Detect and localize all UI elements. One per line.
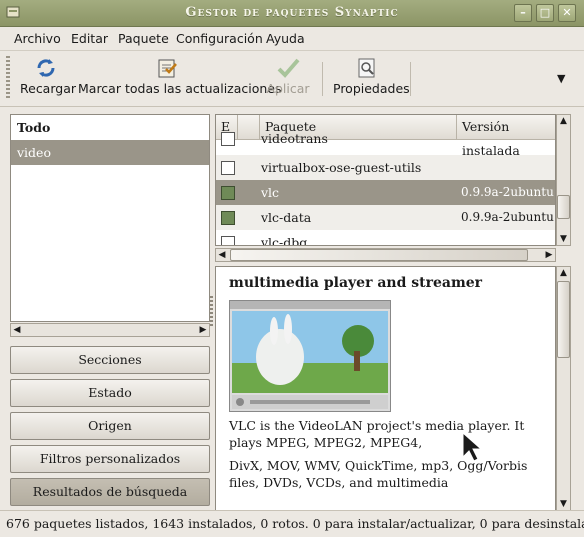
reload-button[interactable]: Recargar <box>20 54 76 102</box>
reload-label: Recargar <box>20 81 76 96</box>
description-paragraph: VLC is the VideoLAN project's media play… <box>229 418 525 450</box>
table-row[interactable]: videotrans <box>216 126 555 151</box>
table-row[interactable]: vlc 0.9.9a-2ubuntu1 <box>216 180 555 205</box>
properties-icon <box>355 57 379 79</box>
scroll-up-icon[interactable]: ▲ <box>557 267 570 279</box>
menu-ayuda[interactable]: Ayuda <box>266 31 305 46</box>
search-results-label: Resultados de búsqueda <box>32 484 188 499</box>
mark-all-label: Marcar todas las actualizaciones <box>78 81 282 96</box>
menu-paquete[interactable]: Paquete <box>118 31 169 46</box>
scroll-thumb[interactable] <box>557 281 570 358</box>
scroll-up-icon[interactable]: ▲ <box>557 115 570 127</box>
apply-check-icon <box>276 57 300 79</box>
menu-archivo[interactable]: Archivo <box>14 31 61 46</box>
filter-list-hscrollbar[interactable]: ◀ ▶ <box>10 323 210 337</box>
table-row[interactable]: vlc-dbg <box>216 230 555 246</box>
status-checkbox[interactable] <box>221 236 235 245</box>
package-table-vscrollbar[interactable]: ▲ ▼ <box>556 114 571 246</box>
package-table-hscrollbar[interactable]: ◀ ▶ <box>215 248 556 262</box>
synaptic-window: Gestor de paquetes Synaptic – □ ✕ Archiv… <box>0 0 584 536</box>
scroll-down-icon[interactable]: ▼ <box>557 498 570 510</box>
status-bar: 676 paquetes listados, 1643 instalados, … <box>0 510 584 537</box>
description-paragraph: DivX, MOV, WMV, QuickTime, mp3, Ogg/Vorb… <box>229 458 528 490</box>
mouse-cursor-icon <box>462 431 486 462</box>
package-name: vlc-data <box>261 210 312 225</box>
status-text: 676 paquetes listados, 1643 instalados, … <box>6 516 584 531</box>
filter-list: Todo video <box>10 114 210 322</box>
apply-button[interactable]: Aplicar <box>266 54 310 102</box>
minimize-button[interactable]: – <box>514 4 532 22</box>
table-row[interactable]: virtualbox-ose-guest-utils <box>216 155 555 180</box>
search-results-button[interactable]: Resultados de búsqueda <box>10 478 210 506</box>
description-vscrollbar[interactable]: ▲ ▼ <box>556 266 571 511</box>
origin-label: Origen <box>88 418 132 433</box>
custom-filters-label: Filtros personalizados <box>39 451 181 466</box>
toolbar-separator <box>322 62 323 96</box>
sections-button[interactable]: Secciones <box>10 346 210 374</box>
table-row[interactable]: vlc-data 0.9.9a-2ubuntu1 <box>216 205 555 230</box>
menu-editar[interactable]: Editar <box>71 31 108 46</box>
description-title: multimedia player and streamer <box>229 275 483 291</box>
title-bar: Gestor de paquetes Synaptic – □ ✕ <box>0 0 584 27</box>
apply-label: Aplicar <box>266 81 310 96</box>
package-name: vlc-dbg <box>261 235 308 246</box>
package-name: vlc <box>261 185 280 200</box>
package-name: virtualbox-ose-guest-utils <box>261 160 422 175</box>
properties-label: Propiedades <box>333 81 410 96</box>
package-version: 0.9.9a-2ubuntu1 <box>461 210 556 224</box>
pane-resize-handle[interactable] <box>210 296 213 326</box>
scroll-right-icon[interactable]: ▶ <box>197 324 209 336</box>
menu-bar: Archivo Editar Paquete Configuración Ayu… <box>0 26 584 51</box>
status-checkbox[interactable] <box>221 161 235 175</box>
scroll-left-icon[interactable]: ◀ <box>11 324 23 336</box>
status-checkbox[interactable] <box>221 132 235 146</box>
close-button[interactable]: ✕ <box>558 4 576 22</box>
filter-item-todo[interactable]: Todo <box>11 115 209 140</box>
custom-filters-button[interactable]: Filtros personalizados <box>10 445 210 473</box>
mark-all-upgrades-button[interactable]: Marcar todas las actualizaciones <box>78 54 282 102</box>
scroll-thumb[interactable] <box>557 195 570 219</box>
window-title: Gestor de paquetes Synaptic <box>185 5 399 20</box>
package-name: videotrans <box>261 131 328 146</box>
status-label: Estado <box>88 385 132 400</box>
sections-label: Secciones <box>78 352 142 367</box>
package-table: E Paquete Versión instalada videotrans v… <box>215 114 556 246</box>
toolbar-overflow-arrow-icon[interactable]: ▼ <box>557 72 565 85</box>
origin-button[interactable]: Origen <box>10 412 210 440</box>
mark-upgrades-icon <box>155 57 179 79</box>
status-checkbox[interactable] <box>221 211 235 225</box>
status-checkbox[interactable] <box>221 186 235 200</box>
package-description: multimedia player and streamer VLC is th… <box>215 266 556 511</box>
toolbar: Recargar Marcar todas las actualizacione… <box>0 50 584 107</box>
scroll-thumb[interactable] <box>230 249 528 261</box>
toolbar-grip[interactable] <box>6 56 10 100</box>
scroll-right-icon[interactable]: ▶ <box>543 249 555 261</box>
properties-button[interactable]: Propiedades <box>333 54 410 102</box>
scroll-left-icon[interactable]: ◀ <box>216 249 228 261</box>
package-screenshot <box>229 300 391 412</box>
reload-icon <box>34 57 58 79</box>
status-button[interactable]: Estado <box>10 379 210 407</box>
toolbar-separator <box>410 62 411 96</box>
maximize-button[interactable]: □ <box>536 4 554 22</box>
package-version: 0.9.9a-2ubuntu1 <box>461 185 556 199</box>
scroll-down-icon[interactable]: ▼ <box>557 233 570 245</box>
menu-configuracion[interactable]: Configuración <box>176 31 263 46</box>
filter-item-video[interactable]: video <box>11 140 209 165</box>
